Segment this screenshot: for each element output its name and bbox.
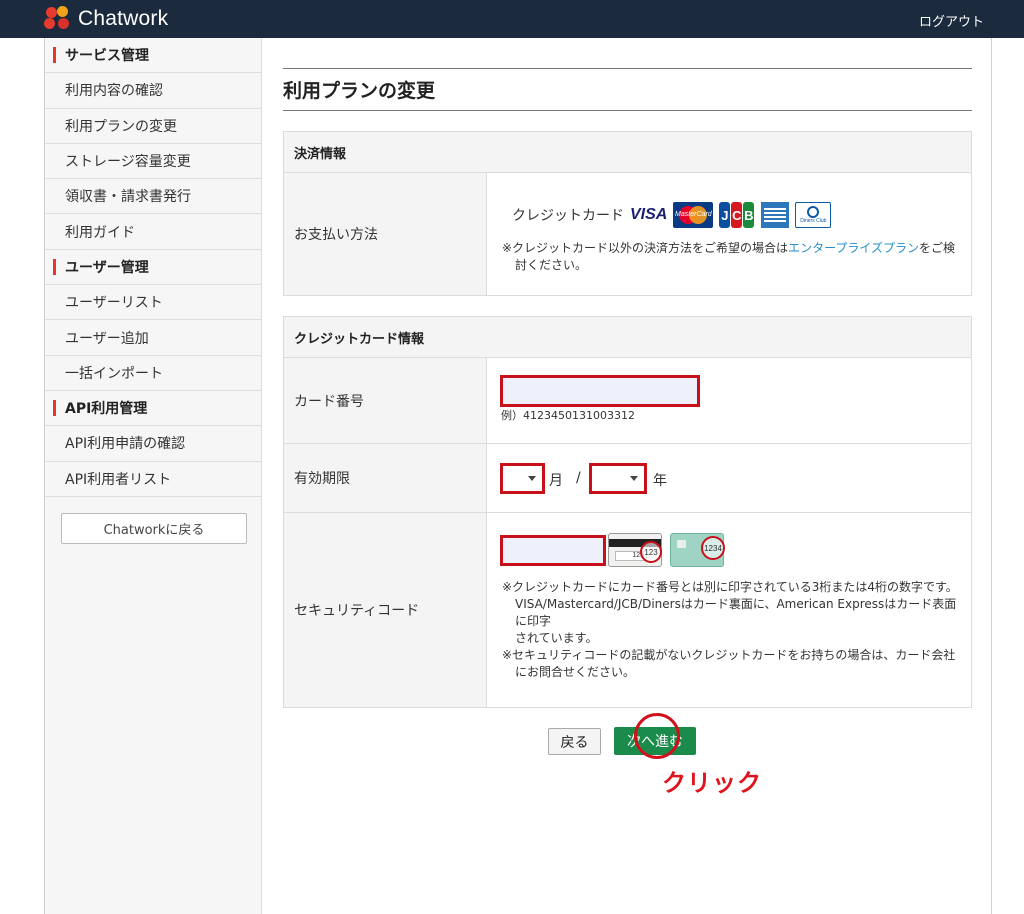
- page-title: 利用プランの変更: [283, 80, 436, 102]
- sidebar-item[interactable]: ユーザー追加: [45, 320, 261, 356]
- credit-card-panel: クレジットカード情報 カード番号 例）4123450131003312 有効期限…: [283, 316, 972, 708]
- sidebar-item-label: サービス管理: [65, 48, 149, 65]
- section-marker-icon: [53, 47, 56, 64]
- sidebar-item[interactable]: API利用者リスト: [45, 461, 261, 497]
- expiry-row: 有効期限 月 / 年: [284, 444, 971, 513]
- main-content: 利用プランの変更: [283, 68, 972, 111]
- diners-logo-icon: Diners Club: [795, 202, 832, 228]
- credit-card-text: クレジットカード: [512, 208, 624, 224]
- visa-logo-icon: VISA: [630, 206, 668, 223]
- jcb-logo-icon: JCB: [719, 202, 755, 228]
- sidebar-item[interactable]: 利用内容の確認: [45, 73, 261, 109]
- card-brand-logos: VISA MasterCard JCB Diners Club: [630, 202, 832, 228]
- year-unit: 年: [653, 473, 667, 489]
- payment-note: ※クレジットカード以外の決済方法をご希望の場合はエンタープライズプランをご検 討…: [502, 241, 955, 272]
- sidebar-item-label: API利用者リスト: [65, 471, 172, 488]
- payment-method-row: お支払い方法 クレジットカード VISA MasterCard JCB Dine…: [284, 173, 971, 295]
- sidebar-item[interactable]: 領収書・請求書発行: [45, 179, 261, 215]
- expiry-separator: /: [576, 470, 581, 486]
- sidebar-item-label: 利用内容の確認: [65, 83, 163, 100]
- sidebar-item-label: ユーザー管理: [65, 259, 149, 276]
- enterprise-plan-link[interactable]: エンタープライズプラン: [788, 241, 919, 255]
- month-unit: 月: [549, 473, 563, 489]
- chatwork-logo[interactable]: Chatwork: [44, 6, 168, 32]
- sidebar-item-label: 利用プランの変更: [65, 118, 177, 135]
- expiry-month-select[interactable]: [500, 463, 545, 494]
- logout-link[interactable]: ログアウト: [919, 11, 984, 30]
- sidebar-item-label: 一括インポート: [65, 365, 163, 382]
- chevron-down-icon: [528, 476, 536, 481]
- sidebar-item-label: API利用管理: [65, 401, 148, 418]
- card-number-example: 例）4123450131003312: [501, 409, 635, 422]
- sidebar-section-heading: ユーザー管理: [45, 249, 261, 286]
- sidebar-item-label: ユーザーリスト: [65, 295, 163, 312]
- sidebar-item-label: ストレージ容量変更: [65, 154, 191, 171]
- security-code-row: セキュリティコード 123 123 1234 ※クレジットカードにカード番号とは…: [284, 513, 971, 707]
- back-button[interactable]: 戻る: [548, 728, 601, 755]
- payment-method-value: クレジットカード VISA MasterCard JCB Diners Club…: [487, 173, 971, 295]
- sidebar-item-label: 領収書・請求書発行: [65, 189, 191, 206]
- credit-card-heading: クレジットカード情報: [284, 317, 971, 358]
- sidebar-item[interactable]: ストレージ容量変更: [45, 143, 261, 180]
- sidebar-item-label: API利用申請の確認: [65, 436, 186, 453]
- security-code-note: ※クレジットカードにカード番号とは別に印字されている3桁または4桁の数字です。 …: [502, 580, 958, 679]
- sidebar-section-heading: API利用管理: [45, 390, 261, 427]
- title-rule-bottom: [283, 110, 972, 111]
- amex-logo-icon: [761, 202, 790, 228]
- sidebar-item[interactable]: 利用プランの変更: [45, 108, 261, 144]
- click-annotation: クリック: [662, 769, 762, 797]
- top-bar: Chatwork ログアウト: [0, 0, 1024, 38]
- security-code-back-marker: 123: [640, 541, 662, 563]
- sidebar-item-label: 利用ガイド: [65, 224, 135, 241]
- sidebar-item[interactable]: 一括インポート: [45, 355, 261, 391]
- sidebar-section-heading: サービス管理: [45, 38, 261, 74]
- expiry-year-select[interactable]: [589, 463, 647, 494]
- sidebar-item[interactable]: ユーザーリスト: [45, 285, 261, 321]
- back-to-chatwork-button[interactable]: Chatworkに戻る: [61, 513, 247, 544]
- card-number-input[interactable]: [500, 375, 700, 407]
- click-highlight-circle: [634, 713, 680, 759]
- sidebar-item[interactable]: 利用ガイド: [45, 214, 261, 250]
- section-marker-icon: [53, 400, 56, 417]
- sidebar-item-label: ユーザー追加: [65, 330, 149, 347]
- expiry-label: 有効期限: [284, 444, 487, 512]
- sidebar-menu: サービス管理 利用内容の確認 利用プランの変更 ストレージ容量変更 領収書・請求書発行利…: [45, 38, 261, 497]
- payment-panel: 決済情報 お支払い方法 クレジットカード VISA MasterCard JCB…: [283, 131, 972, 296]
- card-number-label: カード番号: [284, 358, 487, 443]
- security-code-label: セキュリティコード: [284, 513, 487, 707]
- security-code-input[interactable]: [500, 535, 606, 566]
- credit-card-method: クレジットカード VISA MasterCard JCB Diners Club: [512, 202, 832, 228]
- section-marker-icon: [53, 258, 56, 275]
- payment-method-label: お支払い方法: [284, 173, 487, 295]
- sidebar: サービス管理 利用内容の確認 利用プランの変更 ストレージ容量変更 領収書・請求書発行利…: [45, 38, 262, 914]
- chatwork-logo-icon: [44, 6, 74, 32]
- mastercard-logo-icon: MasterCard: [673, 202, 714, 228]
- security-code-front-marker: 1234: [701, 536, 725, 560]
- payment-heading: 決済情報: [284, 132, 971, 173]
- sidebar-item[interactable]: API利用申請の確認: [45, 426, 261, 462]
- chevron-down-icon: [630, 476, 638, 481]
- card-number-row: カード番号 例）4123450131003312: [284, 358, 971, 444]
- app-name: Chatwork: [78, 7, 169, 30]
